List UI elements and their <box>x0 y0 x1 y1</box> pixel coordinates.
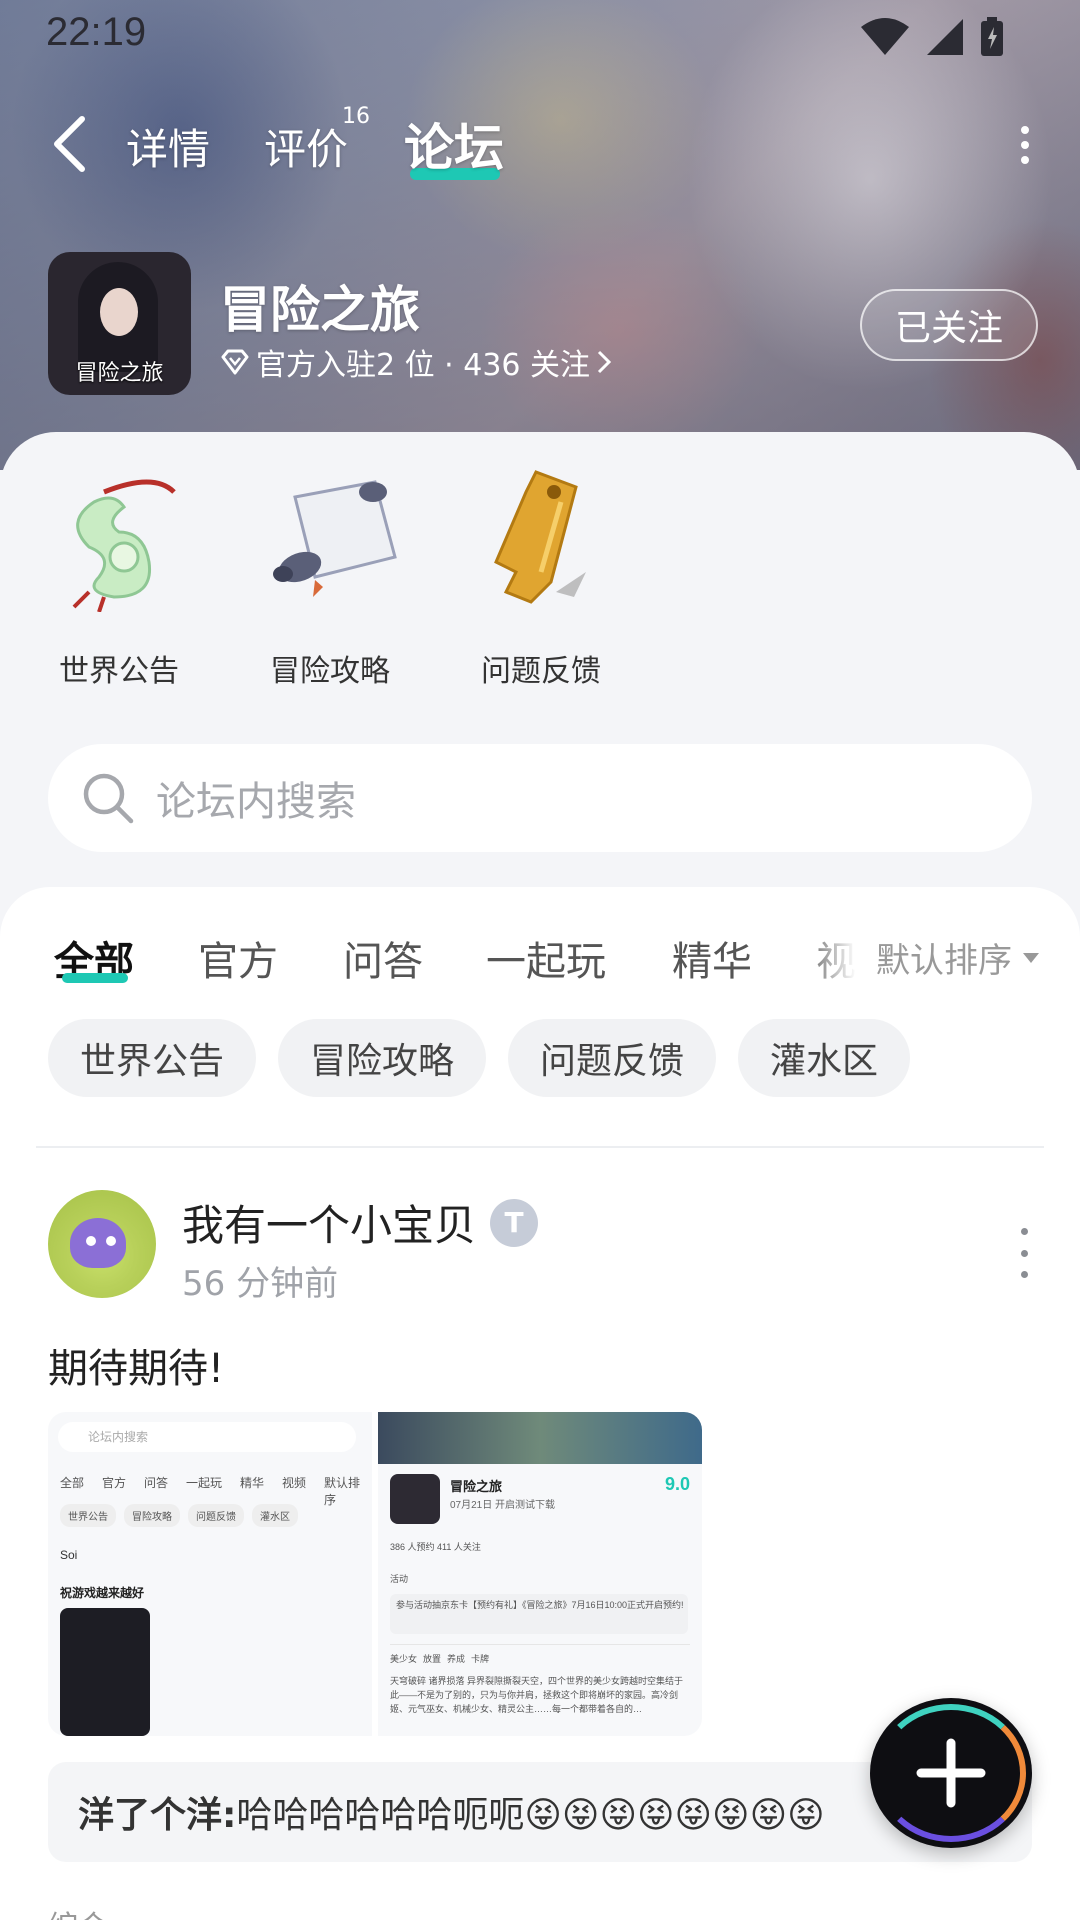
feed-tab-featured[interactable]: 精华 <box>672 929 752 987</box>
category-label: 冒险攻略 <box>270 654 390 689</box>
post-time: 56 分钟前 <box>182 1264 339 1304</box>
jade-charm-icon <box>44 462 194 613</box>
tabs-fade <box>800 917 870 997</box>
feed-tab-indicator <box>62 973 128 983</box>
category-label: 世界公告 <box>59 654 179 689</box>
signal-icon <box>927 19 963 55</box>
post-images[interactable]: 论坛内搜索 全部 官方 问答 一起玩 精华 视频 默认排序 世界公告 冒险攻略 问题反馈 灌水区 … <box>48 1412 702 1736</box>
header-banner <box>0 0 1080 470</box>
feed-tab-official[interactable]: 官方 <box>198 929 278 987</box>
thumb-chips: 世界公告 冒险攻略 问题反馈 灌水区 <box>60 1504 298 1527</box>
post-more-button[interactable] <box>1016 1228 1032 1278</box>
search-icon <box>83 773 134 824</box>
battery-icon <box>981 17 1003 56</box>
status-time: 22:19 <box>46 10 147 54</box>
reply-author: 洋了个洋: <box>78 1795 237 1836</box>
sort-label: 默认排序 <box>876 941 1012 981</box>
search-input[interactable]: 论坛内搜索 <box>156 769 356 827</box>
game-stats-link[interactable]: 官方入驻2 位 · 436 关注 <box>220 340 612 384</box>
thumb-game-icon <box>390 1474 440 1524</box>
thumb-post-text: 祝游戏越来越好 <box>60 1586 145 1600</box>
category-feedback[interactable]: 问题反馈 <box>456 462 626 690</box>
diamond-icon <box>221 349 249 375</box>
feed-tabs: 全部 官方 问答 一起玩 精华 视 默认排序 <box>0 917 1080 997</box>
chevron-left-icon <box>54 116 85 172</box>
thumb-description: 天穹破碎 诸界损落 异界裂隙撕裂天空，四个世界的美少女跨越时空集结于此——不是为… <box>390 1676 684 1714</box>
post-image-2[interactable]: 冒险之旅 07月21日 开启测试下载 9.0 386 人预约 411 人关注 活… <box>378 1412 702 1736</box>
game-icon-label: 冒险之旅 <box>75 361 164 386</box>
thumb-notice: 参与活动抽京东卡【预约有礼】《冒险之旅》7月16日10:00正式开启预约! <box>396 1600 684 1610</box>
status-icons <box>859 16 1005 58</box>
post-text: 期待期待! <box>48 1346 225 1392</box>
thumb-user: Soi <box>60 1548 78 1562</box>
chip-world-announcement[interactable]: 世界公告 <box>48 1019 257 1097</box>
tab-reviews[interactable]: 评价 <box>264 116 348 177</box>
chip-chat[interactable]: 灌水区 <box>738 1019 911 1097</box>
game-info: 冒险之旅 冒险之旅 官方入驻2 位 · 436 关注 已关注 <box>48 252 1038 397</box>
post-image-1[interactable]: 论坛内搜索 全部 官方 问答 一起玩 精华 视频 默认排序 世界公告 冒险攻略 问题反馈 灌水区 … <box>48 1412 372 1736</box>
top-navigation: 详情 评价 16 论坛 <box>0 100 1080 190</box>
follow-button[interactable]: 已关注 <box>860 289 1038 361</box>
chevron-right-icon <box>597 350 612 374</box>
sort-dropdown[interactable]: 默认排序 <box>866 933 1040 982</box>
thumb-stats: 386 人预约 411 人关注 <box>390 1542 481 1552</box>
feed-tab-qa[interactable]: 问答 <box>343 929 423 987</box>
thumb-banner <box>378 1412 702 1464</box>
thumb-phone-preview <box>60 1608 150 1736</box>
level-badge-icon: T <box>490 1198 539 1247</box>
thumb-divider <box>390 1644 690 1645</box>
game-stats-text: 官方入驻2 位 · 436 关注 <box>256 348 591 383</box>
reply-text: 哈哈哈哈哈哈呃呃😝😝😝😝😝😝😝😝 <box>236 1795 825 1836</box>
category-world-announcement[interactable]: 世界公告 <box>34 462 204 690</box>
thumb-tabs: 全部 官方 问答 一起玩 精华 视频 默认排序 <box>60 1476 361 1507</box>
scroll-icon <box>255 462 405 612</box>
thumb-tags: 美少女 放置 养成 卡牌 <box>390 1654 490 1664</box>
forum-search-bar[interactable]: 论坛内搜索 <box>48 744 1032 852</box>
avatar[interactable] <box>48 1190 156 1298</box>
tab-details[interactable]: 详情 <box>126 116 210 177</box>
golden-key-icon <box>466 462 616 612</box>
chip-feedback[interactable]: 问题反馈 <box>508 1019 717 1097</box>
post-author[interactable]: 我有一个小宝贝 T <box>182 1192 539 1253</box>
thumb-game-title: 冒险之旅 <box>450 1479 503 1494</box>
feed-tab-play-together[interactable]: 一起玩 <box>486 929 606 987</box>
more-options-button[interactable] <box>1010 118 1040 172</box>
create-post-button[interactable] <box>870 1698 1032 1848</box>
wifi-icon <box>861 18 909 55</box>
author-name: 我有一个小宝贝 <box>182 1201 477 1250</box>
post-footer-label: 综合 <box>48 1902 108 1920</box>
thumb-search: 论坛内搜索 <box>58 1422 356 1452</box>
thumb-date: 07月21日 开启测试下载 <box>450 1500 556 1511</box>
thumb-score: 9.0 <box>664 1474 690 1494</box>
sub-forum-chips: 世界公告 冒险攻略 问题反馈 灌水区 <box>48 1019 911 1097</box>
thumb-activity: 活动 <box>390 1574 409 1584</box>
game-title: 冒险之旅 <box>220 281 420 339</box>
status-bar: 22:19 <box>0 0 1080 70</box>
caret-down-icon <box>1023 952 1039 963</box>
reviews-count-badge: 16 <box>342 104 370 129</box>
category-label: 问题反馈 <box>481 654 601 689</box>
chip-adventure-guide[interactable]: 冒险攻略 <box>278 1019 487 1097</box>
game-icon[interactable]: 冒险之旅 <box>48 252 191 395</box>
tab-forum[interactable]: 论坛 <box>404 108 504 180</box>
back-button[interactable] <box>44 114 94 174</box>
category-adventure-guide[interactable]: 冒险攻略 <box>245 462 415 690</box>
plus-icon <box>916 1738 986 1808</box>
divider <box>36 1146 1044 1148</box>
